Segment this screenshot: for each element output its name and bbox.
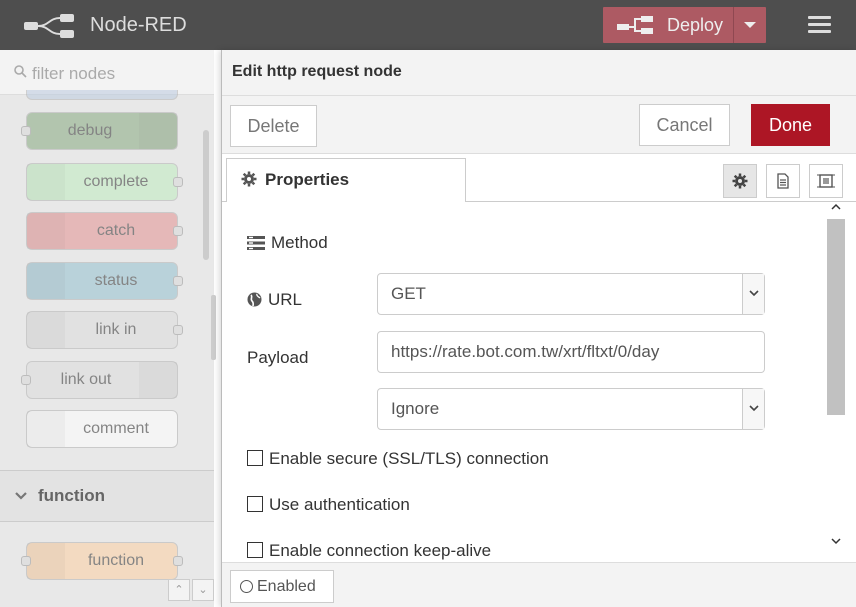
- payload-label: Payload: [247, 348, 309, 367]
- output-port[interactable]: [173, 276, 183, 286]
- properties-form: Method GET URL https://rate.bot.com.tw/x…: [222, 202, 856, 562]
- palette-node-catch[interactable]: catch: [26, 212, 183, 250]
- scrollbar-thumb[interactable]: [827, 219, 845, 415]
- collapse-all-icon[interactable]: ⌃: [168, 579, 190, 601]
- chevron-down-icon: [15, 492, 27, 500]
- file-text-icon: [777, 173, 789, 189]
- tray-header: Edit http request node: [222, 50, 856, 96]
- url-label: URL: [247, 290, 302, 310]
- palette-footer: ⌃ ⌄: [168, 579, 214, 607]
- tls-checkbox[interactable]: [247, 450, 263, 466]
- tls-option[interactable]: Enable secure (SSL/TLS) connection: [247, 449, 549, 469]
- keepalive-option[interactable]: Enable connection keep-alive: [247, 541, 491, 561]
- list-icon: [139, 113, 177, 149]
- deploy-button[interactable]: Deploy: [603, 7, 766, 43]
- link-arrow-icon: [139, 362, 177, 398]
- chevron-down-icon: [742, 274, 764, 314]
- node-appearance-icon: [817, 174, 835, 188]
- node-description-button[interactable]: [766, 164, 800, 198]
- globe-icon: [247, 292, 262, 307]
- tasks-icon: [247, 236, 265, 250]
- search-input[interactable]: filter nodes: [32, 64, 115, 84]
- auth-checkbox[interactable]: [247, 496, 263, 512]
- palette-node-link-out[interactable]: link out: [21, 361, 178, 399]
- deploy-icon: [617, 16, 653, 34]
- deploy-separator: [733, 7, 734, 43]
- palette-scrollbar[interactable]: [203, 130, 209, 260]
- auth-option[interactable]: Use authentication: [247, 495, 410, 515]
- palette-node-complete[interactable]: complete: [26, 163, 183, 201]
- output-port[interactable]: [173, 177, 183, 187]
- tray-toolbar: Delete Cancel Done: [222, 96, 856, 154]
- node-palette: filter nodes debug complete catch status…: [0, 50, 214, 607]
- expand-all-icon[interactable]: ⌄: [192, 579, 214, 601]
- tab-properties[interactable]: Properties: [226, 158, 466, 203]
- app-header: Node-RED Deploy: [0, 0, 856, 50]
- output-port[interactable]: [173, 556, 183, 566]
- form-scrollbar[interactable]: [827, 202, 845, 562]
- method-label: Method: [247, 233, 328, 253]
- enabled-toggle[interactable]: Enabled: [230, 570, 334, 603]
- palette-node-function[interactable]: function: [21, 542, 183, 580]
- delete-button[interactable]: Delete: [230, 105, 317, 147]
- payload-select[interactable]: Ignore: [377, 388, 765, 430]
- hamburger-menu-icon: [808, 16, 831, 19]
- method-select[interactable]: GET: [377, 273, 765, 315]
- chevron-down-icon: [742, 389, 764, 429]
- cancel-button[interactable]: Cancel: [639, 104, 730, 146]
- palette-node-status[interactable]: status: [26, 262, 183, 300]
- edit-tray: Edit http request node Delete Cancel Don…: [221, 50, 856, 607]
- node-red-logo-icon: [24, 14, 74, 38]
- scroll-up-icon[interactable]: [831, 202, 841, 212]
- done-button[interactable]: Done: [751, 104, 830, 146]
- palette-category-function[interactable]: function: [0, 470, 214, 522]
- node-settings-button[interactable]: [723, 164, 757, 198]
- scroll-down-icon[interactable]: [831, 536, 841, 546]
- output-port[interactable]: [173, 226, 183, 236]
- tray-tabs: Properties: [222, 154, 856, 203]
- main-menu-button[interactable]: [808, 14, 832, 34]
- circle-icon: [240, 580, 253, 593]
- input-port[interactable]: [21, 556, 31, 566]
- palette-search[interactable]: filter nodes: [0, 50, 214, 95]
- url-input[interactable]: https://rate.bot.com.tw/xrt/fltxt/0/day: [377, 331, 765, 373]
- search-icon: [14, 65, 27, 78]
- input-port[interactable]: [21, 126, 31, 136]
- caret-down-icon[interactable]: [744, 22, 756, 28]
- gear-icon: [241, 171, 257, 187]
- palette-splitter[interactable]: [211, 295, 216, 360]
- palette-node-link-in[interactable]: link in: [26, 311, 183, 349]
- app-title: Node-RED: [90, 14, 187, 36]
- keepalive-checkbox[interactable]: [247, 542, 263, 558]
- gear-icon: [732, 173, 748, 189]
- tray-footer: Enabled: [222, 562, 856, 607]
- palette-node-partial[interactable]: [26, 90, 178, 100]
- node-appearance-button[interactable]: [809, 164, 843, 198]
- tray-title: Edit http request node: [232, 63, 402, 80]
- output-port[interactable]: [173, 325, 183, 335]
- input-port[interactable]: [21, 375, 31, 385]
- palette-node-comment[interactable]: comment: [26, 410, 178, 448]
- palette-node-debug[interactable]: debug: [21, 112, 178, 150]
- deploy-label: Deploy: [667, 15, 724, 35]
